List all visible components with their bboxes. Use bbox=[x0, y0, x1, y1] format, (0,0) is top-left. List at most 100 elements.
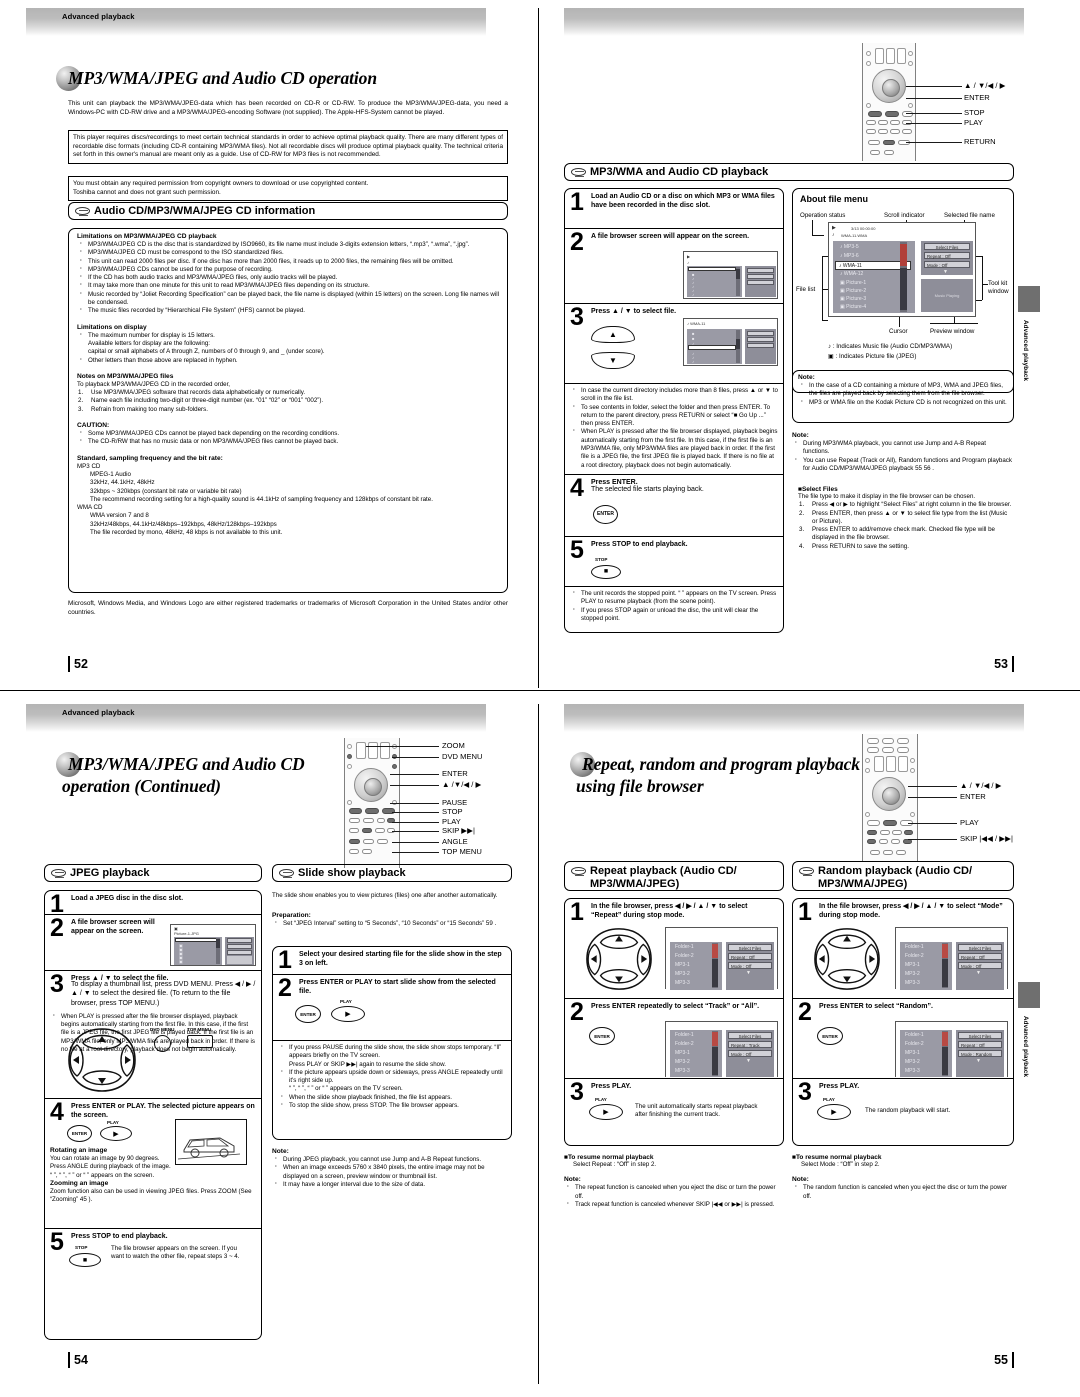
osd-file-row[interactable]: MP3-3 bbox=[672, 1068, 690, 1074]
osd-toolkit-repeat[interactable]: Repeat : Off bbox=[924, 252, 970, 259]
play-button-icon[interactable]: ▶ bbox=[589, 1104, 623, 1120]
osd-file-row[interactable]: MP3-3 bbox=[902, 980, 920, 986]
osd-toolkit-select-files[interactable]: Select Files bbox=[958, 1032, 1002, 1039]
enter-button-icon[interactable]: ENTER bbox=[817, 1027, 843, 1045]
osd-toolkit-mode[interactable]: Mode : Off bbox=[728, 962, 772, 969]
direction-pad-icon[interactable] bbox=[579, 925, 659, 993]
step-text: A file browser screen will appear on the… bbox=[71, 919, 155, 936]
osd-file-row[interactable]: Folder-1 bbox=[902, 944, 924, 950]
play-button-icon[interactable]: ▶ bbox=[331, 1006, 365, 1022]
note-list: During JPEG playback, you cannot use Jum… bbox=[272, 1155, 512, 1189]
osd-toolkit-value: : Off bbox=[976, 955, 985, 960]
note-title: Note: bbox=[564, 1176, 581, 1184]
enter-button-icon[interactable]: ENTER bbox=[593, 504, 618, 524]
file-browser-osd-random-1: Folder-1 Folder-2 MP3-1 MP3-2 MP3-3 Sele… bbox=[895, 927, 1008, 990]
running-head-52: Advanced playback bbox=[62, 12, 135, 21]
osd-file-row[interactable]: Folder-2 bbox=[672, 1041, 694, 1047]
remote-label: RETURN bbox=[964, 137, 996, 146]
page-title-52: MP3/WMA/JPEG and Audio CD operation bbox=[68, 68, 377, 88]
standard-mp3-line: 32kHz, 44.1kHz, 48kHz bbox=[90, 479, 155, 487]
osd-file-row[interactable]: Folder-1 bbox=[902, 1032, 924, 1038]
select-files-lead: The file type to make it display in the … bbox=[798, 493, 976, 500]
list-item: MP3/WMA/JPEG CD is the disc that is stan… bbox=[77, 240, 501, 249]
play-button-icon[interactable]: ▶ bbox=[817, 1104, 851, 1120]
osd-toolkit-label: Select Files bbox=[935, 245, 959, 250]
osd-file-label: Picture-2 bbox=[846, 288, 867, 294]
osd-toolkit-mode[interactable]: Mode : Off bbox=[728, 1050, 772, 1057]
list-item: It may have a longer interval due to the… bbox=[272, 1180, 512, 1189]
osd-file-row[interactable]: ♪ MP3-6 bbox=[837, 253, 859, 259]
osd-file-row[interactable]: MP3-1 bbox=[672, 1050, 690, 1056]
note-list: In the case of a CD containing a mixture… bbox=[798, 381, 1010, 407]
osd-toolkit-select-files[interactable]: Select Files bbox=[924, 243, 970, 250]
standard-mp3-line: MPEG-1 Audio bbox=[90, 470, 131, 478]
play-button-icon[interactable]: ▶ bbox=[100, 1126, 132, 1141]
enter-button-icon[interactable]: ENTER bbox=[589, 1027, 615, 1045]
step-number: 3 bbox=[570, 303, 584, 331]
select-files-heading: Select Files bbox=[798, 486, 1014, 493]
osd-file-row[interactable]: ▣ Picture-3 bbox=[837, 296, 866, 302]
osd-file-row[interactable]: Folder-2 bbox=[902, 953, 924, 959]
down-button-icon[interactable]: ▼ bbox=[591, 352, 635, 369]
osd-file-label: MP3-6 bbox=[843, 253, 859, 259]
stop-button-icon[interactable]: ■ bbox=[69, 1253, 101, 1267]
osd-file-row[interactable]: MP3-2 bbox=[672, 1059, 690, 1065]
osd-toolkit-label: Repeat bbox=[961, 1043, 976, 1048]
osd-file-row[interactable]: MP3-2 bbox=[902, 1059, 920, 1065]
page-53: ▲ / ▼/◀ / ▶ ENTER STOP PLAY RETURN MP3/W… bbox=[544, 8, 1054, 688]
enter-button-icon[interactable]: ENTER bbox=[67, 1125, 92, 1142]
osd-toolkit-label: Repeat bbox=[927, 254, 942, 259]
osd-toolkit-mode[interactable]: Mode : Off bbox=[924, 261, 970, 268]
direction-pad-icon[interactable] bbox=[807, 925, 887, 993]
step-number: 3 bbox=[570, 1078, 584, 1106]
osd-toolkit-repeat[interactable]: Repeat : Off bbox=[728, 953, 772, 960]
play-button-caption: PLAY bbox=[595, 1097, 607, 1102]
osd-file-row[interactable]: MP3-3 bbox=[902, 1068, 920, 1074]
osd-file-row[interactable]: ▣ Picture-4 bbox=[837, 304, 866, 310]
stop-button-icon[interactable]: ■ bbox=[591, 564, 621, 579]
list-item: The unit records the stopped point. “ ” … bbox=[570, 589, 778, 607]
list-item: In case the current directory includes m… bbox=[570, 386, 778, 404]
osd-file-row[interactable]: Folder-1 bbox=[672, 944, 694, 950]
osd-file-row[interactable]: MP3-1 bbox=[902, 962, 920, 968]
step-2: 2 A file browser screen will appear on t… bbox=[565, 229, 783, 304]
osd-toolkit-select-files[interactable]: Select Files bbox=[728, 1032, 772, 1039]
page-title-55-line1: Repeat, random and program playback bbox=[582, 754, 860, 774]
limitations-playback-heading: Limitations on MP3/WMA/JPEG CD playback bbox=[77, 233, 217, 240]
osd-file-row[interactable]: Folder-1 bbox=[672, 1032, 694, 1038]
stop-button-caption: STOP bbox=[75, 1245, 88, 1250]
osd-scrollbar[interactable] bbox=[900, 242, 907, 312]
step-3: 3 Press ▲ / ▼ to select file. ▲ ▼ ♪ WMA-… bbox=[565, 304, 783, 384]
osd-file-row[interactable]: Folder-2 bbox=[902, 1041, 924, 1047]
section-header-label: Slide show playback bbox=[298, 867, 406, 879]
osd-toolkit-select-files[interactable]: Select Files bbox=[958, 944, 1002, 951]
osd-file-row[interactable]: MP3-2 bbox=[902, 971, 920, 977]
osd-file-row[interactable]: MP3-1 bbox=[902, 1050, 920, 1056]
disc-icon bbox=[51, 869, 66, 878]
osd-toolkit-repeat[interactable]: Repeat : Track bbox=[728, 1041, 772, 1048]
up-button-icon[interactable]: ▲ bbox=[591, 326, 635, 343]
enter-button-icon[interactable]: ENTER bbox=[295, 1005, 321, 1023]
osd-file-row[interactable]: MP3-2 bbox=[672, 971, 690, 977]
step-1: 1 Select your desired starting file for … bbox=[273, 947, 511, 975]
osd-file-row[interactable]: ♪ WMA-12 bbox=[837, 271, 863, 277]
osd-file-row[interactable]: ▣ Picture-2 bbox=[837, 288, 866, 294]
osd-toolkit-select-files[interactable]: Select Files bbox=[728, 944, 772, 951]
osd-toolkit-repeat[interactable]: Repeat : Off bbox=[958, 1041, 1002, 1048]
list-item: Use MP3/WMA/JPEG software that records d… bbox=[78, 389, 306, 398]
osd-file-row[interactable]: Folder-2 bbox=[672, 953, 694, 959]
osd-toolkit-mode[interactable]: Mode : Off bbox=[958, 962, 1002, 969]
osd-toolkit-label: Mode bbox=[731, 964, 742, 969]
step-2: 2 Press ENTER or PLAY to start slide sho… bbox=[273, 975, 511, 1041]
disc-icon bbox=[571, 867, 586, 876]
osd-toolkit-repeat[interactable]: Repeat : Off bbox=[958, 953, 1002, 960]
step-1: 1 Load a JPEG disc in the disc slot. bbox=[45, 891, 261, 917]
spread-divider-vertical-top bbox=[538, 8, 539, 688]
osd-file-row[interactable]: MP3-1 bbox=[672, 962, 690, 968]
osd-toolkit-mode[interactable]: Mode : Random bbox=[958, 1050, 1002, 1057]
osd-file-row[interactable]: ♪ MP3-5 bbox=[837, 244, 859, 250]
osd-file-row[interactable]: ▣ Picture-1 bbox=[837, 280, 866, 286]
section-header-slideshow-playback: Slide show playback bbox=[272, 864, 512, 882]
file-browser-osd-repeat-1: Folder-1 Folder-2 MP3-1 MP3-2 MP3-3 Sele… bbox=[665, 927, 778, 990]
osd-file-row[interactable]: MP3-3 bbox=[672, 980, 690, 986]
